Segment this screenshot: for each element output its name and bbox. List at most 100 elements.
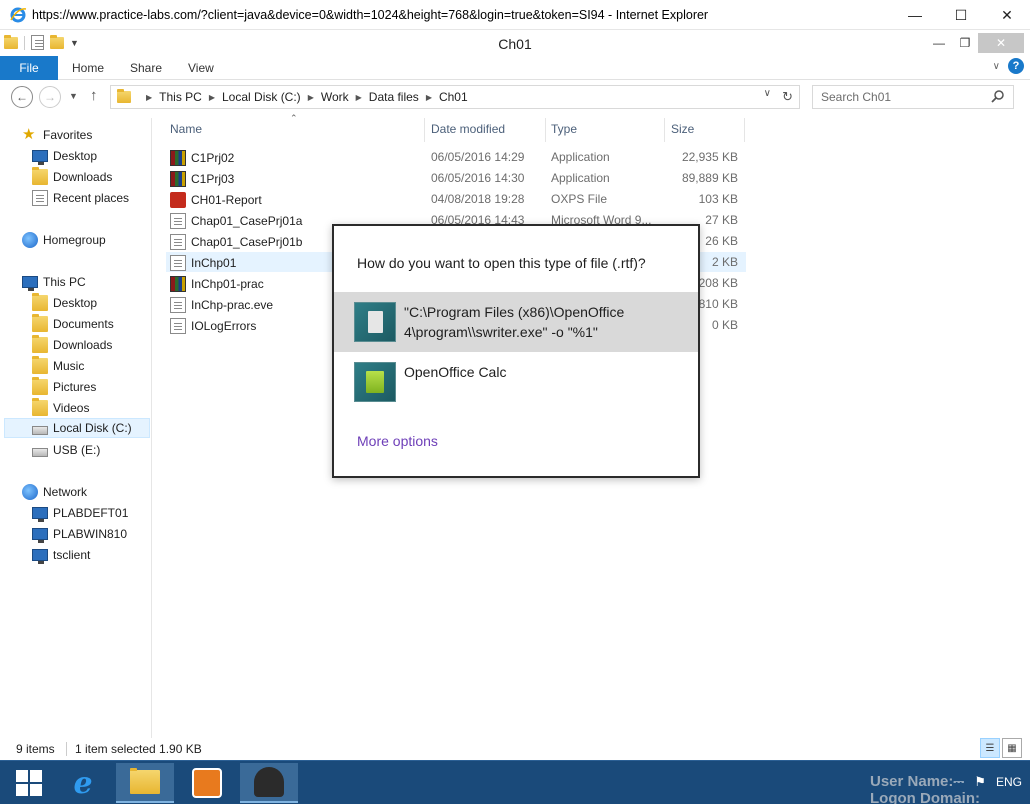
large-icons-view-icon[interactable]: ▦ — [1002, 738, 1022, 758]
back-button[interactable]: ← — [11, 86, 33, 108]
file-row[interactable]: C1Prj02 06/05/2016 14:29 Application 22,… — [166, 147, 746, 167]
forward-button[interactable]: → — [39, 86, 61, 108]
nav-thispc-usb[interactable]: USB (E:) — [32, 440, 100, 460]
document-icon — [170, 255, 186, 271]
column-header-size[interactable]: Size — [671, 122, 694, 136]
tab-view[interactable]: View — [188, 61, 214, 75]
nav-this-pc[interactable]: This PC — [22, 272, 86, 292]
breadcrumb-ch01[interactable]: Ch01 — [439, 90, 468, 104]
computer-icon — [32, 528, 48, 543]
help-icon[interactable]: ? — [1008, 58, 1024, 74]
explorer-restore-button[interactable]: ❐ — [952, 33, 978, 53]
file-date: 06/05/2016 14:30 — [431, 171, 525, 185]
nav-homegroup[interactable]: Homegroup — [22, 230, 106, 250]
nav-favorites-recent[interactable]: Recent places — [32, 188, 129, 208]
up-button[interactable]: ↑ — [90, 87, 98, 104]
column-header-type[interactable]: Type — [551, 122, 577, 136]
recent-places-icon — [32, 190, 48, 206]
network-icon[interactable]: ⎓ — [953, 773, 964, 790]
nav-thispc-local-disk[interactable]: Local Disk (C:) — [4, 418, 150, 438]
address-dropdown-icon[interactable]: ∨ — [764, 88, 771, 99]
nav-network-plabdeft01[interactable]: PLABDEFT01 — [32, 503, 128, 523]
nav-thispc-videos[interactable]: Videos — [32, 398, 89, 418]
expand-ribbon-icon[interactable]: ∨ — [993, 61, 1000, 72]
file-row[interactable]: CH01-Report 04/08/2018 19:28 OXPS File 1… — [166, 189, 746, 209]
file-size: 22,935 KB — [681, 150, 738, 164]
nav-label: Homegroup — [43, 233, 106, 247]
option-swriter-label: "C:\Program Files (x86)\OpenOffice 4\pro… — [404, 304, 625, 340]
file-type: OXPS File — [551, 192, 608, 206]
nav-favorites-desktop[interactable]: Desktop — [32, 146, 97, 166]
openoffice-writer-icon — [354, 302, 396, 342]
column-header-date[interactable]: Date modified — [431, 122, 505, 136]
explorer-close-button[interactable]: ✕ — [978, 33, 1024, 53]
internet-explorer-icon: e — [73, 765, 93, 801]
nav-thispc-music[interactable]: Music — [32, 356, 84, 376]
option-swriter[interactable]: "C:\Program Files (x86)\OpenOffice 4\pro… — [334, 292, 698, 352]
nav-network-plabwin810[interactable]: PLABWIN810 — [32, 524, 127, 544]
nav-favorites[interactable]: ★ Favorites — [22, 125, 92, 145]
file-size: 103 KB — [698, 192, 738, 206]
internet-explorer-icon — [9, 6, 27, 24]
file-name: IOLogErrors — [191, 319, 257, 333]
file-name: InChp01 — [191, 256, 237, 270]
nav-label: Pictures — [53, 380, 97, 394]
maximize-button[interactable]: ☐ — [938, 0, 984, 30]
user-avatar-icon — [254, 767, 284, 797]
minimize-button[interactable]: — — [892, 0, 938, 30]
details-view-icon[interactable]: ☰ — [980, 738, 1000, 758]
flag-icon[interactable]: ⚑ — [974, 774, 986, 790]
refresh-icon[interactable]: ↻ — [782, 89, 793, 105]
file-name: InChp01-prac — [191, 277, 264, 291]
more-options-link[interactable]: More options — [357, 433, 438, 449]
taskbar-app-1[interactable] — [178, 763, 236, 803]
chevron-right-icon: ▶ — [355, 92, 362, 102]
nav-thispc-downloads[interactable]: Downloads — [32, 335, 112, 355]
breadcrumb-data-files[interactable]: Data files — [369, 90, 419, 104]
column-divider[interactable] — [744, 118, 745, 142]
chevron-right-icon: ▶ — [307, 92, 314, 102]
nav-network-tsclient[interactable]: tsclient — [32, 545, 90, 565]
nav-favorites-downloads[interactable]: Downloads — [32, 167, 112, 187]
file-row[interactable]: C1Prj03 06/05/2016 14:30 Application 89,… — [166, 168, 746, 188]
nav-label: Music — [53, 359, 85, 373]
open-with-dialog: How do you want to open this type of fil… — [332, 224, 700, 478]
openoffice-calc-icon — [354, 362, 396, 402]
computer-icon — [22, 276, 38, 291]
search-input[interactable]: Search Ch01 — [812, 85, 1014, 109]
column-divider[interactable] — [424, 118, 425, 142]
option-openoffice-calc[interactable]: OpenOffice Calc — [334, 352, 698, 412]
explorer-minimize-button[interactable]: — — [926, 33, 952, 53]
column-header-name[interactable]: Name — [170, 122, 202, 136]
tab-file[interactable]: File — [0, 56, 58, 80]
windows-logo-icon — [16, 770, 42, 796]
nav-thispc-documents[interactable]: Documents — [32, 314, 114, 334]
column-divider[interactable] — [664, 118, 665, 142]
search-icon[interactable] — [991, 89, 1005, 106]
language-indicator[interactable]: ENG — [996, 775, 1022, 789]
nav-thispc-desktop[interactable]: Desktop — [32, 293, 97, 313]
breadcrumb-work[interactable]: Work — [321, 90, 349, 104]
recent-locations-icon[interactable]: ▼ — [69, 91, 78, 101]
network-icon — [22, 484, 38, 500]
tab-home[interactable]: Home — [72, 61, 104, 75]
taskbar-internet-explorer[interactable]: e — [54, 763, 112, 803]
breadcrumb-this-pc[interactable]: This PC — [159, 90, 202, 104]
nav-label: Favorites — [43, 128, 93, 142]
address-bar[interactable]: ▶ This PC ▶ Local Disk (C:) ▶ Work ▶ Dat… — [110, 85, 800, 109]
nav-label: Local Disk (C:) — [53, 421, 132, 435]
tab-share[interactable]: Share — [130, 61, 162, 75]
taskbar-app-2[interactable] — [240, 763, 298, 803]
ribbon-tabs: File Home Share View ∨ ? — [0, 56, 1030, 80]
close-button[interactable]: ✕ — [984, 0, 1030, 30]
browser-title: https://www.practice-labs.com/?client=ja… — [32, 7, 709, 22]
column-divider[interactable] — [545, 118, 546, 142]
nav-thispc-pictures[interactable]: Pictures — [32, 377, 96, 397]
taskbar-file-explorer[interactable] — [116, 763, 174, 803]
file-explorer-icon — [130, 768, 160, 794]
file-name: Chap01_CasePrj01b — [191, 235, 303, 249]
nav-network[interactable]: Network — [22, 482, 87, 502]
start-button[interactable] — [0, 763, 58, 803]
file-date: 06/05/2016 14:29 — [431, 150, 525, 164]
breadcrumb-local-disk[interactable]: Local Disk (C:) — [222, 90, 301, 104]
